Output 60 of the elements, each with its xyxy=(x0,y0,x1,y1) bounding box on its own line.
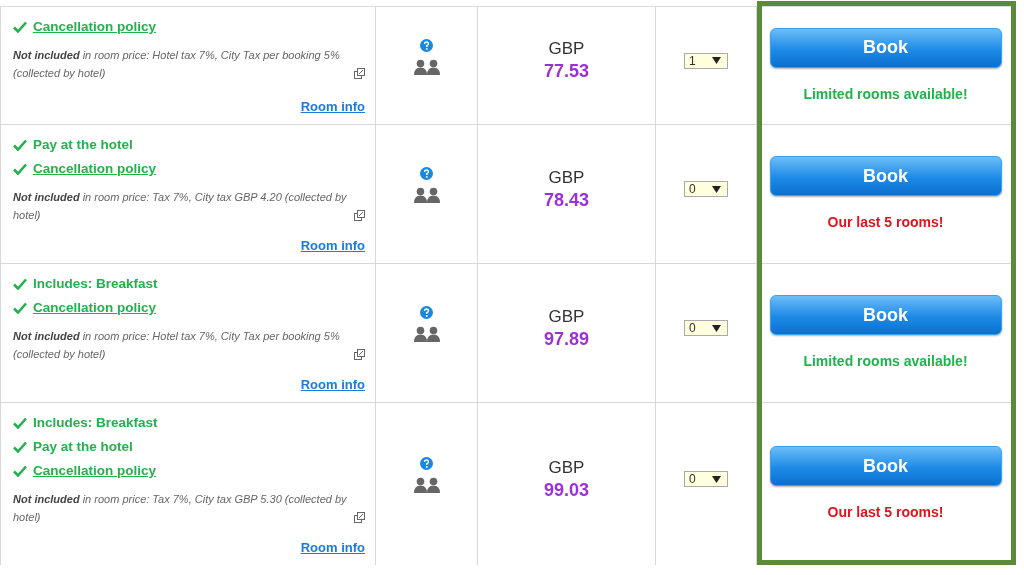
availability-notice: Our last 5 rooms! xyxy=(827,214,944,230)
book-button[interactable]: Book xyxy=(769,295,1002,335)
external-link-icon xyxy=(354,512,365,523)
check-icon xyxy=(13,20,27,33)
dropdown-arrow-icon xyxy=(712,185,721,193)
quantity-dropdown[interactable]: 0 xyxy=(684,471,728,487)
feature-text: Pay at the hotel xyxy=(33,137,133,152)
external-link-icon xyxy=(354,68,365,79)
quantity-dropdown[interactable]: 1 xyxy=(684,52,728,69)
cancellation-policy-link[interactable]: Cancellation policy xyxy=(33,161,157,176)
help-icon xyxy=(420,306,433,319)
dropdown-arrow-icon xyxy=(712,57,721,64)
check-icon xyxy=(13,440,27,453)
currency-label: GBP xyxy=(548,39,585,59)
currency-label: GBP xyxy=(548,457,585,478)
check-icon xyxy=(13,464,27,477)
two-persons-icon xyxy=(413,326,440,342)
price-value: 97.89 xyxy=(543,328,589,350)
price-value: 77.53 xyxy=(543,61,589,82)
availability-notice: Limited rooms available! xyxy=(803,353,968,369)
two-persons-icon xyxy=(413,58,440,75)
cancellation-policy-link[interactable]: Cancellation policy xyxy=(33,300,157,315)
two-persons-icon xyxy=(413,187,440,203)
availability-notice: Limited rooms available! xyxy=(803,85,968,102)
feature-text: Includes: Breakfast xyxy=(33,415,158,430)
dropdown-arrow-icon xyxy=(712,475,721,483)
quantity-dropdown[interactable]: 0 xyxy=(684,320,728,336)
tax-note: Not included in room price: Hotel tax 7%, City Tax per booking 5% (collected by hotel) xyxy=(13,329,341,362)
quantity-dropdown[interactable]: 0 xyxy=(684,181,728,197)
room-info-link[interactable]: Room info xyxy=(300,363,365,392)
book-button[interactable]: Book xyxy=(769,27,1002,68)
availability-notice: Our last 5 rooms! xyxy=(827,504,944,520)
currency-label: GBP xyxy=(548,306,585,327)
two-persons-icon xyxy=(413,477,440,493)
help-icon xyxy=(420,38,433,52)
room-info-link[interactable]: Room info xyxy=(300,526,365,555)
price-value: 99.03 xyxy=(543,479,589,501)
tax-note: Not included in room price: Hotel tax 7%, City Tax per booking 5% (collected by hotel) xyxy=(13,48,341,81)
check-icon xyxy=(13,162,27,175)
check-icon xyxy=(13,138,27,151)
cancellation-policy-link[interactable]: Cancellation policy xyxy=(33,19,157,34)
cancellation-policy-link[interactable]: Cancellation policy xyxy=(33,463,157,478)
external-link-icon xyxy=(354,210,365,221)
feature-text: Pay at the hotel xyxy=(33,439,133,454)
help-icon xyxy=(420,457,433,470)
dropdown-arrow-icon xyxy=(712,324,721,332)
check-icon xyxy=(13,277,27,290)
room-info-link[interactable]: Room info xyxy=(300,85,365,114)
tax-note: Not included in room price: Tax 7%, City tax GBP 5.30 (collected by hotel) xyxy=(13,492,348,525)
external-link-icon xyxy=(354,349,365,360)
book-button[interactable]: Book xyxy=(769,446,1002,486)
check-icon xyxy=(13,301,27,314)
price-value: 78.43 xyxy=(543,189,589,211)
tax-note: Not included in room price: Tax 7%, City tax GBP 4.20 (collected by hotel) xyxy=(13,190,348,223)
check-icon xyxy=(13,416,27,429)
book-button[interactable]: Book xyxy=(769,156,1002,196)
feature-text: Includes: Breakfast xyxy=(33,276,158,291)
help-icon xyxy=(420,167,433,180)
currency-label: GBP xyxy=(548,167,585,188)
room-info-link[interactable]: Room info xyxy=(300,224,365,253)
